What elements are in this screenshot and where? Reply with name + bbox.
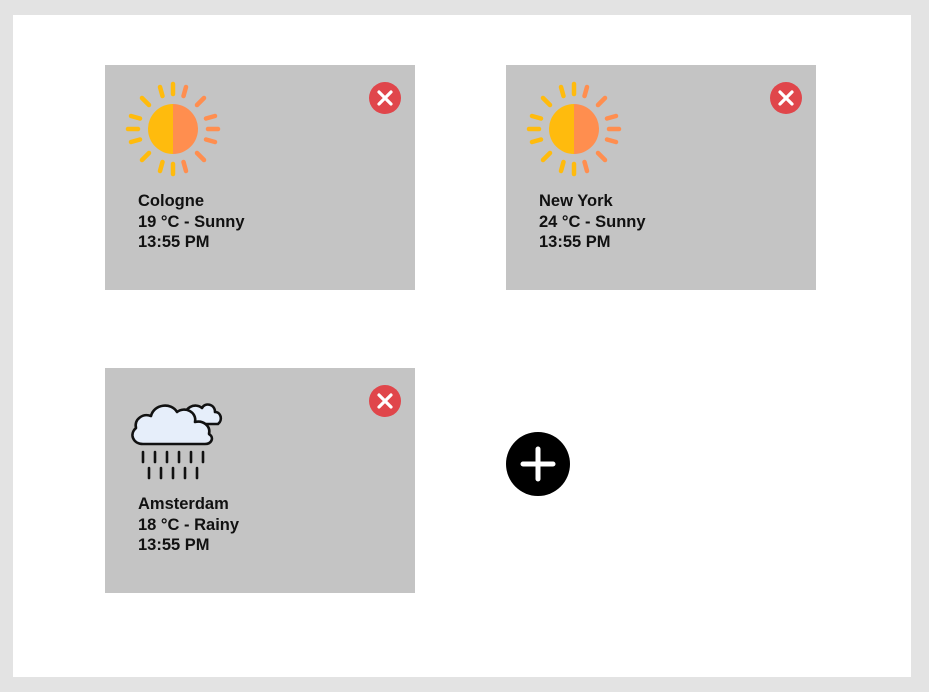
weather-card-cologne: Cologne 19 °C - Sunny 13:55 PM — [105, 65, 415, 290]
city-name: New York — [539, 192, 613, 210]
weather-card-amsterdam: Amsterdam 18 °C - Rainy 13:55 PM — [105, 368, 415, 593]
local-time: 13:55 PM — [138, 536, 210, 554]
add-city-button[interactable] — [506, 432, 570, 496]
close-button[interactable] — [369, 385, 401, 417]
weather-dashboard: Cologne 19 °C - Sunny 13:55 PM New York … — [13, 15, 911, 677]
sun-icon — [526, 81, 622, 177]
weather-card-new-york: New York 24 °C - Sunny 13:55 PM — [506, 65, 816, 290]
city-name: Cologne — [138, 192, 204, 210]
close-button[interactable] — [369, 82, 401, 114]
sun-icon — [125, 81, 221, 177]
rain-cloud-icon — [131, 403, 223, 480]
temperature-condition: 24 °C - Sunny — [539, 212, 646, 231]
local-time: 13:55 PM — [539, 233, 611, 251]
city-name: Amsterdam — [138, 495, 229, 513]
temperature-condition: 19 °C - Sunny — [138, 212, 245, 231]
weather-info: Cologne 19 °C - Sunny 13:55 PM — [138, 191, 245, 253]
weather-info: Amsterdam 18 °C - Rainy 13:55 PM — [138, 494, 239, 556]
weather-info: New York 24 °C - Sunny 13:55 PM — [539, 191, 646, 253]
close-button[interactable] — [770, 82, 802, 114]
temperature-condition: 18 °C - Rainy — [138, 515, 240, 534]
local-time: 13:55 PM — [138, 233, 210, 251]
